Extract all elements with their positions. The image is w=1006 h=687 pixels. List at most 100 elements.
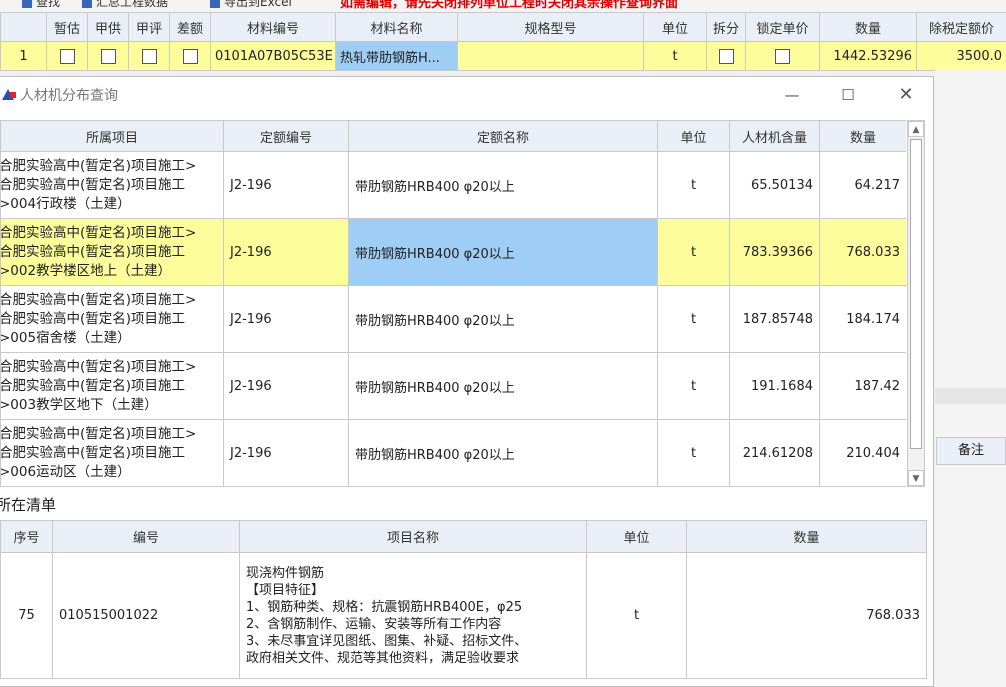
project-cell: 合肥实验高中(暂定名)项目施工> 合肥实验高中(暂定名)项目施工 >002教学楼… (0, 218, 224, 286)
distribution-header: 所属项目 定额编号 定额名称 单位 人材机含量 数量 (0, 120, 906, 152)
col-header-quantity[interactable]: 数量 (819, 12, 917, 42)
norm-name-cell: 带肋钢筋HRB400 φ20以上 (348, 419, 658, 487)
split-checkbox[interactable] (706, 41, 746, 71)
col-header-spec[interactable]: 规格型号 (457, 12, 644, 42)
col-header-item-name[interactable]: 项目名称 (239, 520, 587, 553)
material-code-cell[interactable]: 0101A07B05C53E (210, 41, 336, 71)
app-logo-accent-icon (10, 92, 16, 98)
main-panel-divider (935, 388, 1006, 404)
col-header-norm-name[interactable]: 定额名称 (348, 120, 658, 152)
col-header-quantity[interactable]: 数量 (686, 520, 927, 553)
lock-price-checkbox[interactable] (745, 41, 820, 71)
unit-cell: t (586, 552, 687, 679)
scroll-up-icon[interactable]: ▲ (908, 121, 924, 137)
col-header-lock-price[interactable]: 锁定单价 (745, 12, 820, 42)
col-header-split[interactable]: 拆分 (706, 12, 746, 42)
minimize-button[interactable]: — (780, 83, 804, 107)
distribution-grid: 所属项目 定额编号 定额名称 单位 人材机含量 数量 合肥实验高中(暂定名)项目… (0, 120, 906, 487)
quantity-cell: 210.404 (819, 419, 906, 487)
unit-cell: t (657, 218, 730, 286)
project-cell: 合肥实验高中(暂定名)项目施工> 合肥实验高中(暂定名)项目施工 >005宿舍楼… (0, 285, 224, 353)
col-header-unit[interactable]: 单位 (586, 520, 687, 553)
distribution-dialog: 人材机分布查询 — ☐ ✕ 所属项目 定额编号 定额名称 单位 人材机含量 数量… (0, 76, 934, 687)
col-header-norm-code[interactable]: 定额编号 (223, 120, 349, 152)
table-row[interactable]: 合肥实验高中(暂定名)项目施工> 合肥实验高中(暂定名)项目施工 >002教学楼… (0, 218, 906, 286)
col-header-estimate[interactable]: 暂估 (46, 12, 88, 42)
quantity-cell: 768.033 (819, 218, 906, 286)
unit-cell: t (657, 285, 730, 353)
table-row[interactable]: 75 010515001022 现浇构件钢筋 【项目特征】 1、钢筋种类、规格：… (0, 552, 927, 679)
content-cell: 187.85748 (729, 285, 820, 353)
unit-cell[interactable]: t (643, 41, 707, 71)
item-name-cell: 现浇构件钢筋 【项目特征】 1、钢筋种类、规格：抗震钢筋HRB400E，φ25 … (239, 552, 587, 679)
owner-eval-checkbox[interactable] (128, 41, 170, 71)
close-button[interactable]: ✕ (894, 83, 918, 107)
toolbar-export-button[interactable]: 导出到Excel (210, 0, 292, 10)
maximize-button[interactable]: ☐ (836, 83, 860, 107)
material-grid-header: 暂估 甲供 甲评 差额 材料编号 材料名称 规格型号 单位 拆分 锁定单价 数量… (0, 12, 1006, 42)
project-cell: 合肥实验高中(暂定名)项目施工> 合肥实验高中(暂定名)项目施工 >006运动区… (0, 419, 224, 487)
col-header (0, 12, 47, 42)
toolbar-warning-text: 如需编辑，请先关闭排列单位工程时关闭其余操作查询界面 (340, 0, 679, 11)
diff-checkbox[interactable] (169, 41, 211, 71)
distribution-scrollbar[interactable]: ▲ ▼ (907, 120, 925, 487)
norm-code-cell: J2-196 (223, 419, 349, 487)
col-header-material-code[interactable]: 材料编号 (210, 12, 336, 42)
col-header-seq[interactable]: 序号 (0, 520, 53, 553)
toolbar-summary-button[interactable]: 汇总工程数据 (82, 0, 168, 10)
spec-cell[interactable] (457, 41, 644, 71)
norm-name-cell: 带肋钢筋HRB400 φ20以上 (348, 218, 658, 286)
quantity-cell[interactable]: 1442.53296 (819, 41, 917, 71)
col-header-unit[interactable]: 单位 (657, 120, 730, 152)
main-panel-background (935, 70, 1006, 687)
col-header-code[interactable]: 编号 (52, 520, 240, 553)
table-row[interactable]: 合肥实验高中(暂定名)项目施工> 合肥实验高中(暂定名)项目施工 >005宿舍楼… (0, 285, 906, 353)
find-icon (22, 0, 32, 8)
main-toolbar: 查找 汇总工程数据 导出到Excel 如需编辑，请先关闭排列单位工程时关闭其余操… (0, 0, 1006, 12)
owner-supply-checkbox[interactable] (87, 41, 129, 71)
norm-code-cell: J2-196 (223, 218, 349, 286)
minimize-icon: — (784, 86, 800, 104)
col-header-remark[interactable]: 备注 (936, 437, 1006, 465)
dialog-title: 人材机分布查询 (20, 88, 118, 104)
distribution-grid-container: 所属项目 定额编号 定额名称 单位 人材机含量 数量 合肥实验高中(暂定名)项目… (0, 120, 906, 564)
col-header-unit[interactable]: 单位 (643, 12, 707, 42)
col-header-content[interactable]: 人材机含量 (729, 120, 820, 152)
col-header-quantity[interactable]: 数量 (819, 120, 906, 152)
table-row[interactable]: 合肥实验高中(暂定名)项目施工> 合肥实验高中(暂定名)项目施工 >006运动区… (0, 419, 906, 487)
project-cell: 合肥实验高中(暂定名)项目施工> 合肥实验高中(暂定名)项目施工 >004行政楼… (0, 151, 224, 219)
quantity-cell: 187.42 (819, 352, 906, 420)
table-row[interactable]: 合肥实验高中(暂定名)项目施工> 合肥实验高中(暂定名)项目施工 >004行政楼… (0, 151, 906, 219)
col-header-owner-supply[interactable]: 甲供 (87, 12, 129, 42)
col-header-diff[interactable]: 差额 (169, 12, 211, 42)
quantity-cell: 64.217 (819, 151, 906, 219)
maximize-icon: ☐ (841, 86, 855, 104)
bill-list-grid: 序号 编号 项目名称 单位 数量 75 010515001022 现浇构件钢筋 … (0, 520, 927, 679)
material-grid: 暂估 甲供 甲评 差额 材料编号 材料名称 规格型号 单位 拆分 锁定单价 数量… (0, 12, 1006, 71)
bill-code-cell: 010515001022 (52, 552, 240, 679)
material-name-cell[interactable]: 热轧带肋钢筋H... (335, 41, 458, 71)
dialog-titlebar[interactable]: 人材机分布查询 — ☐ ✕ (0, 77, 933, 113)
excel-icon (210, 0, 220, 8)
table-row[interactable]: 1 0101A07B05C53E 热轧带肋钢筋H... t 1442.53296… (0, 41, 1006, 71)
unit-cell: t (657, 352, 730, 420)
scroll-down-icon[interactable]: ▼ (908, 470, 924, 486)
scrollbar-thumb[interactable] (910, 139, 922, 449)
summary-icon (82, 0, 92, 8)
col-header-price[interactable]: 除税定额价 (916, 12, 1006, 42)
project-cell: 合肥实验高中(暂定名)项目施工> 合肥实验高中(暂定名)项目施工 >003教学区… (0, 352, 224, 420)
content-cell: 191.1684 (729, 352, 820, 420)
content-cell: 783.39366 (729, 218, 820, 286)
content-cell: 214.61208 (729, 419, 820, 487)
unit-cell: t (657, 151, 730, 219)
price-cell[interactable]: 3500.0 (916, 41, 1006, 71)
col-header-owner-eval[interactable]: 甲评 (128, 12, 170, 42)
toolbar-find-button[interactable]: 查找 (22, 0, 60, 10)
norm-name-cell: 带肋钢筋HRB400 φ20以上 (348, 352, 658, 420)
table-row[interactable]: 合肥实验高中(暂定名)项目施工> 合肥实验高中(暂定名)项目施工 >003教学区… (0, 352, 906, 420)
quantity-cell: 184.174 (819, 285, 906, 353)
estimate-checkbox[interactable] (46, 41, 88, 71)
col-header-project[interactable]: 所属项目 (0, 120, 224, 152)
norm-code-cell: J2-196 (223, 285, 349, 353)
col-header-material-name[interactable]: 材料名称 (335, 12, 458, 42)
